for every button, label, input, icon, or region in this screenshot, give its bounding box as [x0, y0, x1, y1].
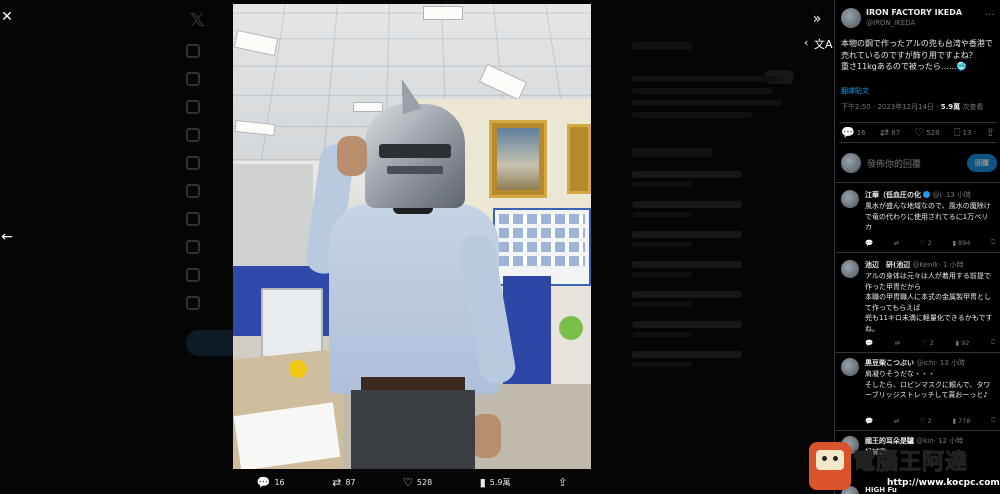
share-icon: ⇪ [985, 126, 995, 139]
nav-item [186, 212, 200, 226]
reply-item[interactable]: 池辺 研(池辺 @KenIk· 1 小時 アルの身体は元々は人が着用する前提で作… [841, 260, 997, 347]
avatar[interactable] [841, 8, 861, 28]
nav-item [186, 100, 200, 114]
author-name[interactable]: IRON FACTORY IKEDA [866, 8, 962, 18]
more-options-icon[interactable]: ··· [985, 10, 995, 21]
nav-item [186, 240, 200, 254]
like-stat[interactable]: ♡ 2 [920, 416, 932, 425]
arrow-left-icon[interactable]: ← [0, 228, 14, 246]
bookmark-icon[interactable]: ⎕ [991, 416, 995, 425]
x-logo-icon: 𝕏 [190, 10, 205, 31]
author-handle[interactable]: @IRON_IKEDA [866, 18, 962, 28]
nav-item [186, 44, 200, 58]
watermark-url: http://www.kocpc.com.tw [887, 478, 1000, 488]
verified-icon [923, 191, 931, 198]
bookmark-icon: ⎕ [953, 126, 961, 139]
translate-post-link[interactable]: 翻譯貼文 [841, 86, 869, 96]
views-stat[interactable]: ▮ 92 [956, 338, 970, 347]
avatar[interactable] [841, 358, 859, 376]
right-column-ghost [632, 36, 812, 367]
like-stat[interactable]: ♡ 528 [914, 127, 939, 138]
reply-item[interactable]: 黒豆柴こつぶい @ichi· 13 小時 肩凝りそうだな・・・ そしたら、ロビン… [841, 358, 997, 425]
retweet-icon[interactable]: ⇄ [895, 338, 900, 347]
retweet-button[interactable]: ⇄ 87 [332, 477, 355, 488]
reply-stat[interactable]: 💬 16 [841, 127, 866, 138]
tweet-detail-panel: IRON FACTORY IKEDA @IRON_IKEDA ··· 本物の鋼で… [834, 0, 1000, 494]
views-stat[interactable]: ▮ 894 [952, 238, 970, 247]
views-stat[interactable]: ▮ 778 [952, 416, 970, 425]
reply-icon[interactable]: 💬 [865, 416, 873, 425]
reply-actions: 💬 ⇄ ♡ 2 ▮ 92 ⎕ [865, 338, 995, 347]
views-count: 5.9萬 [940, 103, 961, 111]
reply-text: アルの身体は元々は人が着用する前提で作った甲冑だから 本職の甲冑職人に本式の金属… [865, 272, 993, 333]
reply-icon[interactable]: 💬 [865, 238, 873, 247]
media-viewer: 𝕏 ✕ ← » ‹ 文A 💬 16 ⇄ 87 ♡ 528 ▮ 5.9萬 ⇪ [0, 0, 834, 494]
reply-actions: 💬 ⇄ ♡ 2 ▮ 778 ⎕ [865, 416, 995, 425]
reply-icon: 💬 [841, 126, 855, 139]
nav-item [186, 296, 200, 310]
share-button[interactable]: ⇪ [558, 477, 567, 488]
like-stat[interactable]: ♡ 2 [920, 238, 932, 247]
like-button[interactable]: ♡ 528 [403, 477, 432, 488]
watermark: 電腦王阿達 http://www.kocpc.com.tw [805, 440, 1000, 494]
heart-icon: ♡ [914, 126, 925, 139]
watermark-brand: 電腦王阿達 [852, 450, 969, 476]
share-icon: ⇪ [558, 475, 568, 489]
reply-text: 風水が盛んな地域なので、風水の魔除けで竜の代わりに使用されてるに1万ペリカ [865, 202, 991, 231]
avatar [841, 153, 861, 173]
retweet-stat[interactable]: ⇄ 87 [880, 127, 900, 138]
retweet-icon: ⇄ [332, 475, 342, 489]
avatar[interactable] [841, 260, 859, 278]
tweet-text: 本物の鋼で作ったアルの兜も台湾や香港で売れているのですが飾り用ですよね？ 重さ1… [841, 39, 993, 71]
nav-item [186, 268, 200, 282]
tweet-photo[interactable] [233, 4, 591, 469]
retweet-icon: ⇄ [879, 126, 890, 139]
retweet-icon[interactable]: ⇄ [894, 238, 899, 247]
photo-action-bar: 💬 16 ⇄ 87 ♡ 528 ▮ 5.9萬 ⇪ [233, 472, 591, 492]
reply-actions: 💬 ⇄ ♡ 2 ▮ 894 ⎕ [865, 238, 995, 247]
views-label: 次查看 [962, 103, 984, 111]
tweet-author[interactable]: IRON FACTORY IKEDA @IRON_IKEDA [841, 8, 962, 28]
avatar[interactable] [841, 190, 859, 208]
helmet [365, 75, 465, 208]
reply-item[interactable]: 江華（低血圧の化 @i· 13 小時 風水が盛んな地域なので、風水の魔除けで竜の… [841, 190, 997, 247]
share-button[interactable]: ⇪ [986, 127, 995, 138]
translate-icon[interactable]: 文A [814, 36, 833, 52]
bar-chart-icon: ▮ [479, 475, 486, 489]
reply-icon[interactable]: 💬 [865, 338, 873, 347]
nav-item [186, 72, 200, 86]
tweet-meta: 下午2:50 · 2023年12月14日 · 5.9萬 次查看 [841, 102, 983, 112]
reply-submit-button[interactable]: 回覆 [967, 154, 997, 172]
chevrons-right-icon[interactable]: » [808, 10, 826, 28]
reply-input[interactable]: 發佈你的回覆 [867, 157, 961, 170]
tweet-timestamp[interactable]: 下午2:50 · 2023年12月14日 · [841, 103, 938, 111]
bookmark-stat[interactable]: ⎕ 13 [954, 127, 972, 138]
heart-icon: ♡ [403, 475, 413, 489]
close-icon[interactable]: ✕ [0, 8, 14, 26]
nav-item [186, 184, 200, 198]
bookmark-icon[interactable]: ⎕ [991, 238, 995, 247]
chevron-left-icon[interactable]: ‹ [804, 36, 808, 49]
nav-item [186, 128, 200, 142]
tweet-stats: 💬 16 ⇄ 87 ♡ 528 ⎕ 13 ⇪ [839, 122, 997, 143]
robot-logo-icon [809, 442, 851, 490]
like-stat[interactable]: ♡ 2 [922, 338, 934, 347]
reply-composer[interactable]: 發佈你的回覆 回覆 [841, 150, 997, 176]
views-button[interactable]: ▮ 5.9萬 [480, 477, 511, 488]
retweet-icon[interactable]: ⇄ [894, 416, 899, 425]
reply-text: 肩凝りそうだな・・・ そしたら、ロビンマスクに頼んで、タワーブリッジストレッチし… [865, 370, 991, 399]
reply-icon: 💬 [256, 475, 271, 489]
reply-button[interactable]: 💬 16 [257, 477, 285, 488]
nav-item [186, 156, 200, 170]
bookmark-icon[interactable]: ⎕ [991, 338, 995, 347]
